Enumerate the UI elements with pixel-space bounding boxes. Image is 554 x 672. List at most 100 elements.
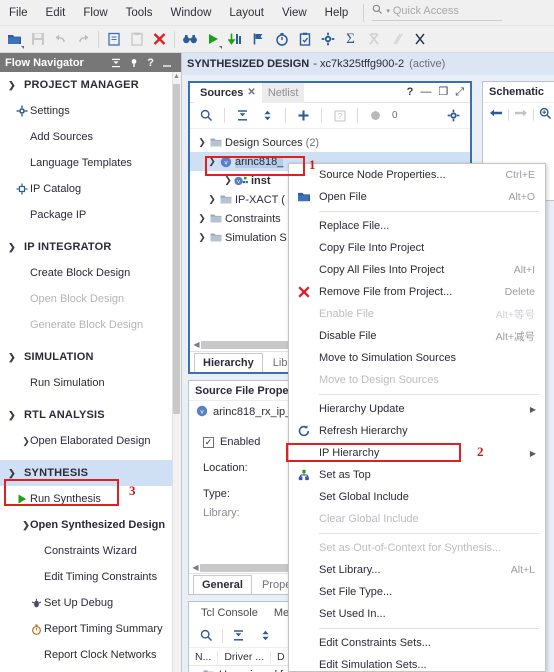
flag-icon[interactable] (247, 28, 270, 51)
sidebar-item-open-synthesized-design[interactable]: ❯ Open Synthesized Design (0, 512, 181, 538)
menu-item-move-to-simulation-sources[interactable]: Move to Simulation Sources (289, 347, 545, 369)
sidebar-section-simulation[interactable]: ❯ SIMULATION (0, 344, 181, 370)
scroll-left-icon[interactable]: ◀ (191, 563, 200, 572)
binoculars-icon[interactable] (178, 28, 201, 51)
tab-netlist[interactable]: Netlist (261, 82, 305, 103)
sidebar-item-set-up-debug[interactable]: Set Up Debug (0, 590, 181, 616)
run-icon[interactable] (201, 28, 224, 51)
maximize-icon[interactable]: ❐ (438, 87, 448, 98)
search-icon[interactable] (195, 104, 218, 127)
collapse-all-icon[interactable] (231, 104, 254, 127)
sidebar-item-constraints-wizard[interactable]: Constraints Wizard (0, 538, 181, 564)
chevron-down-icon[interactable]: ❯ (196, 137, 208, 148)
collapse-all-icon[interactable] (111, 58, 121, 68)
sidebar-item-run-synthesis[interactable]: Run Synthesis (0, 486, 181, 512)
flow-navigator-scrollbar[interactable]: ▲ (172, 72, 181, 672)
help-icon[interactable]: ? (147, 57, 154, 69)
float-icon[interactable]: ⤢ (455, 87, 464, 98)
menu-item-set-global-include[interactable]: Set Global Include (289, 486, 545, 508)
menu-edit[interactable]: Edit (37, 3, 75, 23)
sidebar-item-report-timing-summary[interactable]: Report Timing Summary (0, 616, 181, 642)
minimize-icon[interactable] (162, 58, 172, 68)
clipboard-icon[interactable] (293, 28, 316, 51)
implement-icon[interactable] (224, 28, 247, 51)
sidebar-section-ip-integrator[interactable]: ❯ IP INTEGRATOR (0, 234, 181, 260)
sigma-icon[interactable]: Σ (339, 28, 362, 51)
tab-general[interactable]: General (193, 575, 252, 594)
quick-access[interactable]: ▾ Quick Access (372, 4, 503, 22)
sidebar-section-rtl-analysis[interactable]: ❯ RTL ANALYSIS (0, 402, 181, 428)
minimize-icon[interactable]: — (420, 87, 431, 98)
sidebar-section-project-manager[interactable]: ❯ PROJECT MANAGER (0, 72, 181, 98)
scissors-icon[interactable] (408, 28, 431, 51)
chevron-right-icon[interactable]: ❯ (222, 175, 234, 186)
chevron-right-icon[interactable]: ❯ (196, 232, 208, 243)
menu-item-open-file[interactable]: Open File Alt+O (289, 186, 545, 208)
menu-item-copy-file-into-project[interactable]: Copy File Into Project (289, 237, 545, 259)
menu-flow[interactable]: Flow (74, 3, 116, 23)
search-icon[interactable] (195, 624, 218, 647)
menu-file[interactable]: File (0, 3, 37, 23)
zoom-in-icon[interactable] (539, 107, 552, 123)
menu-item-label: Open File (319, 191, 367, 203)
open-project-icon[interactable] (3, 28, 26, 51)
gear-icon[interactable] (442, 104, 465, 127)
scroll-left-icon[interactable]: ◀ (192, 340, 201, 349)
sidebar-item-report-clock-interaction[interactable]: Report Clock Interaction (0, 668, 181, 672)
close-icon[interactable]: ✕ (247, 87, 255, 98)
menu-item-edit-simulation-sets[interactable]: Edit Simulation Sets... (289, 654, 545, 672)
menu-item-refresh-hierarchy[interactable]: Refresh Hierarchy (289, 420, 545, 442)
menu-item-set-used-in[interactable]: Set Used In... (289, 603, 545, 625)
tab-tcl-console[interactable]: Tcl Console (193, 604, 266, 622)
menu-item-edit-constraints-sets[interactable]: Edit Constraints Sets... (289, 632, 545, 654)
chevron-down-icon[interactable]: ❯ (206, 156, 218, 167)
help-icon[interactable]: ? (407, 87, 414, 98)
menu-item-set-as-top[interactable]: Set as Top (289, 464, 545, 486)
menu-item-remove-file-from-project[interactable]: Remove File from Project... Delete (289, 281, 545, 303)
tree-item-design-sources[interactable]: ❯ Design Sources (2) (190, 133, 470, 152)
sidebar-item-package-ip[interactable]: Package IP (0, 202, 181, 228)
menu-help[interactable]: Help (316, 3, 358, 23)
add-sources-icon[interactable] (292, 104, 315, 127)
clock-icon[interactable] (270, 28, 293, 51)
tab-sources[interactable]: Sources ✕ (194, 82, 262, 103)
expand-all-icon[interactable] (254, 624, 277, 647)
sidebar-item-language-templates[interactable]: Language Templates (0, 150, 181, 176)
menu-item-hierarchy-update[interactable]: Hierarchy Update ▶ (289, 398, 545, 420)
collapse-all-icon[interactable] (227, 624, 250, 647)
scrollbar-thumb[interactable] (173, 84, 180, 414)
back-arrow-icon[interactable] (489, 107, 503, 122)
menu-item-disable-file[interactable]: Disable File Alt+减号 (289, 325, 545, 347)
menu-item-set-file-type[interactable]: Set File Type... (289, 581, 545, 603)
gear-icon[interactable] (316, 28, 339, 51)
menu-tools[interactable]: Tools (117, 3, 162, 23)
menu-item-copy-all-files-into-project[interactable]: Copy All Files Into Project Alt+I (289, 259, 545, 281)
sidebar-item-open-elaborated-design[interactable]: ❯ Open Elaborated Design (0, 428, 181, 454)
pin-icon[interactable] (129, 58, 139, 68)
copy-icon[interactable] (102, 28, 125, 51)
delete-icon[interactable] (148, 28, 171, 51)
menu-view[interactable]: View (273, 3, 316, 23)
menu-item-ip-hierarchy[interactable]: IP Hierarchy ▶ (289, 442, 545, 464)
sidebar-item-run-simulation[interactable]: Run Simulation (0, 370, 181, 396)
sidebar-section-synthesis[interactable]: ❯ SYNTHESIS (0, 460, 181, 486)
sidebar-item-add-sources[interactable]: Add Sources (0, 124, 181, 150)
menu-item-label: Enable File (319, 308, 375, 320)
sidebar-item-edit-timing-constraints[interactable]: Edit Timing Constraints (0, 564, 181, 590)
menu-window[interactable]: Window (162, 3, 221, 23)
sidebar-item-create-block-design[interactable]: Create Block Design (0, 260, 181, 286)
menu-layout[interactable]: Layout (220, 3, 273, 23)
chevron-right-icon[interactable]: ❯ (196, 213, 208, 224)
scroll-up-icon[interactable]: ▲ (173, 73, 180, 80)
menu-item-replace-file[interactable]: Replace File... (289, 215, 545, 237)
menu-item-source-node-properties[interactable]: Source Node Properties... Ctrl+E (289, 164, 545, 186)
sidebar-item-report-clock-networks[interactable]: Report Clock Networks (0, 642, 181, 668)
file-name-label: arinc818_rx_ip_c (213, 406, 297, 418)
chevron-right-icon[interactable]: ❯ (206, 194, 218, 205)
tab-hierarchy[interactable]: Hierarchy (194, 353, 263, 372)
sidebar-item-ip-catalog[interactable]: IP Catalog (0, 176, 181, 202)
expand-all-icon[interactable] (256, 104, 279, 127)
menu-item-set-library[interactable]: Set Library... Alt+L (289, 559, 545, 581)
sidebar-item-settings[interactable]: Settings (0, 98, 181, 124)
enabled-checkbox[interactable]: ✓ (203, 436, 214, 448)
